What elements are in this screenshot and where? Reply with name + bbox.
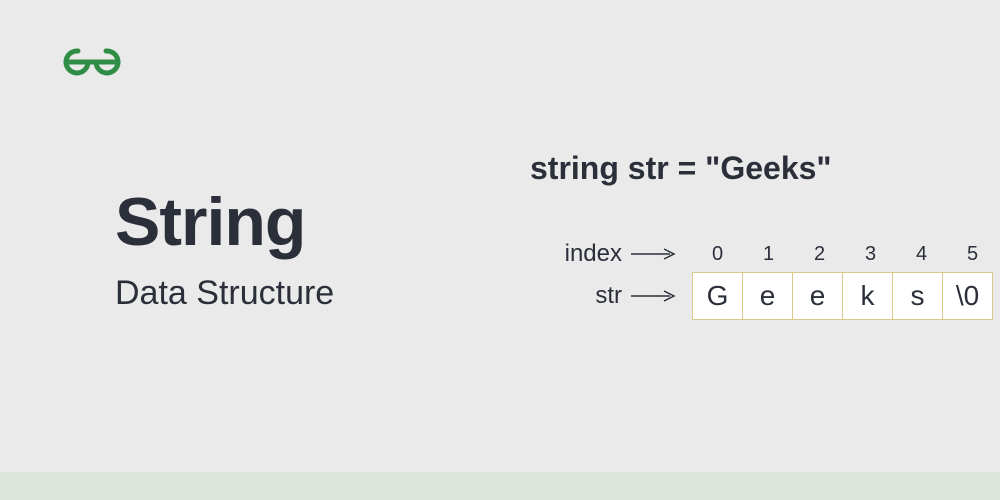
index-cell: 2 [794,243,845,266]
footer-band [0,472,1000,500]
left-panel: String Data Structure [0,188,500,313]
index-cell: 0 [692,243,743,266]
index-cells: 0 1 2 3 4 5 [692,243,998,266]
page-title: String [115,188,500,256]
char-cell: s [892,272,943,320]
index-label: index [500,240,630,268]
str-label: str [500,282,630,310]
arrow-right-icon [630,248,678,260]
geeksforgeeks-icon [62,45,122,79]
code-declaration: string str = "Geeks" [530,150,832,187]
str-row: str G e e k s \0 [500,272,998,320]
char-cell: G [692,272,743,320]
index-cell: 3 [845,243,896,266]
char-cell: e [792,272,843,320]
str-cells: G e e k s \0 [692,272,993,320]
arrow-right-icon [630,290,678,302]
index-cell: 5 [947,243,998,266]
index-cell: 4 [896,243,947,266]
char-cell: \0 [942,272,993,320]
page-subtitle: Data Structure [115,274,500,313]
char-cell: e [742,272,793,320]
index-row: index 0 1 2 3 4 5 [500,240,998,268]
index-cell: 1 [743,243,794,266]
brand-logo [62,45,122,84]
main-content: String Data Structure string str = "Geek… [0,0,1000,500]
array-diagram: index 0 1 2 3 4 5 str [500,240,998,324]
char-cell: k [842,272,893,320]
